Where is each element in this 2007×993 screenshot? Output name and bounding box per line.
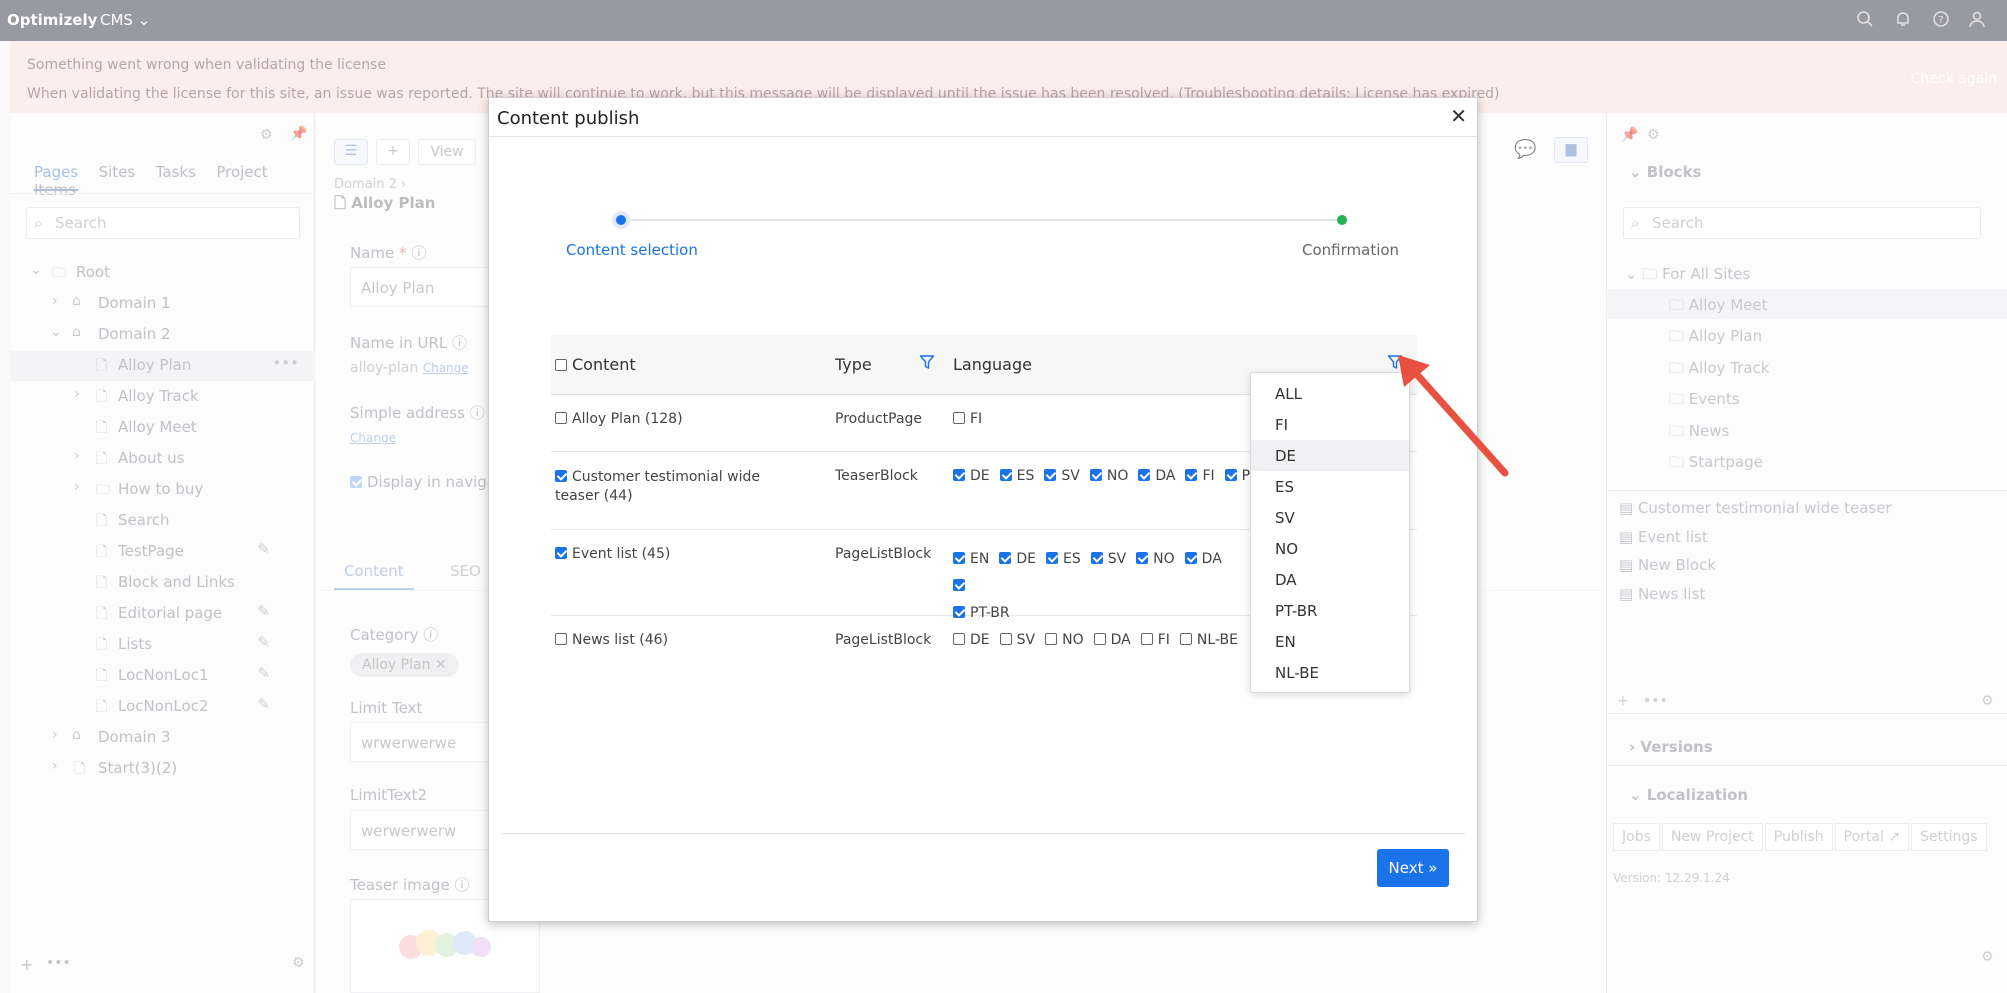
close-icon[interactable]: ✕ <box>1450 104 1467 128</box>
select-all-checkbox[interactable]: Content <box>555 355 636 374</box>
filter-option-sv[interactable]: SV <box>1251 502 1409 533</box>
filter-option-no[interactable]: NO <box>1251 533 1409 564</box>
lang-checkbox-p[interactable]: P <box>1224 468 1250 484</box>
language-checkboxes: DE SV NO DA FI NL-BE <box>953 632 1248 648</box>
language-checkboxes: FI <box>953 411 992 427</box>
lang-checkbox-es[interactable]: ES <box>999 468 1034 484</box>
lang-checkbox-en[interactable]: EN <box>953 546 989 573</box>
row-type: PageListBlock <box>835 546 932 562</box>
language-checkboxes: DE ES SV NO DA FI P <box>953 468 1253 484</box>
row-type: PageListBlock <box>835 632 932 648</box>
lang-checkbox-da[interactable]: DA <box>1093 632 1131 648</box>
lang-checkbox-no[interactable]: NO <box>1136 546 1175 573</box>
column-header-type: Type <box>835 355 872 374</box>
filter-option-all[interactable]: ALL <box>1251 378 1409 409</box>
column-header-language: Language <box>953 355 1032 374</box>
row-checkbox[interactable]: Customer testimonial wide teaser (44) <box>555 468 795 506</box>
lang-checkbox-nl-be[interactable]: NL-BE <box>1179 632 1238 648</box>
step-dot-confirmation <box>1337 215 1347 225</box>
type-filter-icon[interactable] <box>919 354 935 374</box>
lang-checkbox-fi[interactable]: FI <box>953 411 982 427</box>
lang-checkbox-sv[interactable]: SV <box>1044 468 1080 484</box>
step-content-selection[interactable]: Content selection <box>566 241 698 259</box>
lang-checkbox-da[interactable]: DA <box>1138 468 1175 484</box>
filter-option-pt-br[interactable]: PT-BR <box>1251 595 1409 626</box>
divider <box>489 136 1477 137</box>
lang-checkbox-de[interactable]: DE <box>999 546 1036 573</box>
row-checkbox[interactable]: Alloy Plan (128) <box>555 411 683 427</box>
lang-checkbox-es[interactable]: ES <box>1045 546 1081 573</box>
lang-checkbox-fi[interactable]: FI <box>1185 468 1215 484</box>
lang-checkbox-sv[interactable]: SV <box>1090 546 1126 573</box>
language-filter-dropdown: ALL FI DE ES SV NO DA PT-BR EN NL-BE <box>1250 372 1410 693</box>
lang-checkbox-da[interactable]: DA <box>1184 546 1222 573</box>
annotation-arrow-icon <box>1398 355 1509 477</box>
filter-option-es[interactable]: ES <box>1251 471 1409 502</box>
lang-checkbox-de[interactable]: DE <box>953 632 990 648</box>
row-type: TeaserBlock <box>835 468 918 484</box>
filter-option-da[interactable]: DA <box>1251 564 1409 595</box>
stepper-track <box>621 219 1343 221</box>
lang-checkbox-sv[interactable]: SV <box>999 632 1035 648</box>
row-checkbox[interactable]: Event list (45) <box>555 546 670 562</box>
lang-checkbox-no[interactable]: NO <box>1089 468 1128 484</box>
row-checkbox[interactable]: News list (46) <box>555 632 668 648</box>
lang-checkbox-hidden[interactable] <box>953 573 970 600</box>
filter-option-en[interactable]: EN <box>1251 626 1409 657</box>
lang-checkbox-de[interactable]: DE <box>953 468 990 484</box>
step-confirmation[interactable]: Confirmation <box>1302 241 1399 259</box>
lang-checkbox-no[interactable]: NO <box>1045 632 1084 648</box>
filter-option-de[interactable]: DE <box>1251 440 1409 471</box>
filter-option-nl-be[interactable]: NL-BE <box>1251 657 1409 688</box>
filter-option-fi[interactable]: FI <box>1251 409 1409 440</box>
dialog-title: Content publish <box>497 108 640 129</box>
divider <box>501 833 1465 834</box>
next-button[interactable]: Next » <box>1377 849 1449 887</box>
step-dot-content-selection <box>616 215 626 225</box>
language-checkboxes: EN DE ES SV NO DA PT-BR <box>953 546 1245 627</box>
lang-checkbox-fi[interactable]: FI <box>1140 632 1170 648</box>
row-type: ProductPage <box>835 411 923 427</box>
